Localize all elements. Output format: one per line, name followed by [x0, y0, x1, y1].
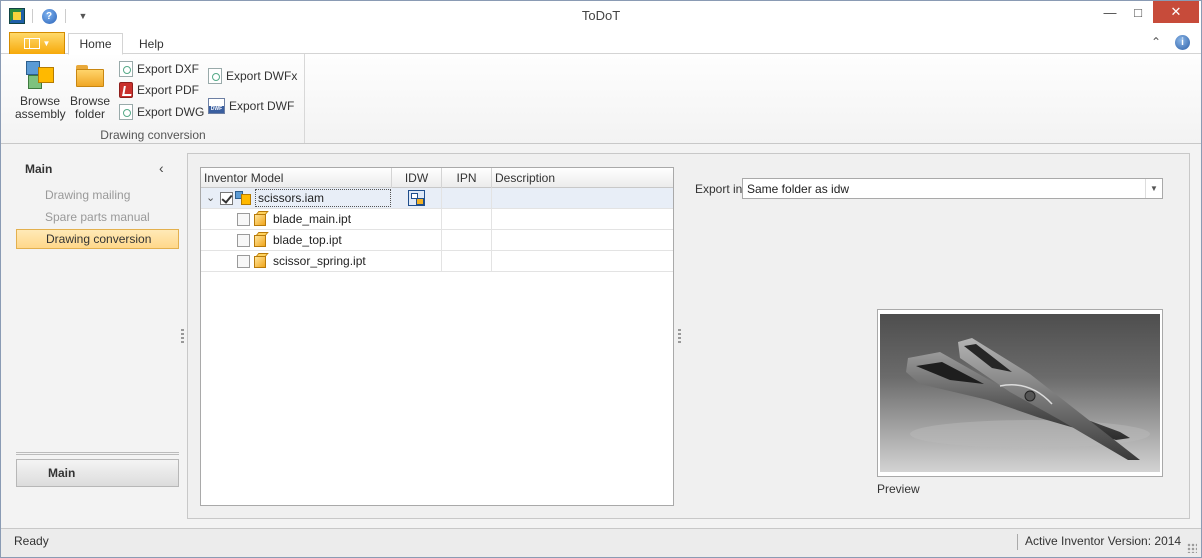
- scissors-model-image: [906, 338, 1150, 460]
- status-bar: Ready Active Inventor Version: 2014: [1, 528, 1201, 557]
- pdf-file-icon: [119, 82, 133, 98]
- browse-assembly-button[interactable]: Browse assembly: [15, 59, 66, 121]
- nav-header: Main: [25, 162, 53, 176]
- export-dwf-button[interactable]: DWF Export DWF: [208, 97, 294, 115]
- export-dwf-label: Export DWF: [229, 99, 295, 113]
- export-dxf-button[interactable]: Export DXF: [119, 60, 199, 78]
- export-dwg-button[interactable]: Export DWG: [119, 103, 204, 121]
- export-dwg-label: Export DWG: [137, 105, 205, 119]
- preview-frame: [877, 309, 1163, 477]
- ipn-cell[interactable]: [442, 209, 492, 230]
- export-in-dropdown[interactable]: Same folder as idw ▼: [742, 178, 1163, 199]
- idw-cell[interactable]: [392, 209, 442, 230]
- model-name: blade_main.ipt: [273, 212, 352, 226]
- description-cell[interactable]: [492, 251, 673, 272]
- export-in-label: Export in: [695, 182, 743, 196]
- ipn-cell[interactable]: [442, 251, 492, 272]
- ribbon-tab-row: ▼ Home Help ⌃ i: [1, 31, 1201, 55]
- close-button[interactable]: ✕: [1153, 1, 1199, 23]
- dxf-file-icon: [119, 61, 133, 77]
- group-label: Drawing conversion: [100, 128, 206, 142]
- navigation-pane: Main ‹ Drawing mailing Spare parts manua…: [9, 153, 186, 521]
- info-icon[interactable]: i: [1175, 35, 1190, 50]
- row-checkbox[interactable]: [237, 234, 250, 247]
- inventor-version-text: Active Inventor Version: 2014: [1025, 534, 1182, 548]
- table-row[interactable]: scissor_spring.ipt: [201, 251, 673, 272]
- minimize-button[interactable]: —: [1097, 1, 1123, 23]
- assembly-icon: [24, 59, 56, 91]
- nav-item-drawing-mailing[interactable]: Drawing mailing: [16, 185, 179, 205]
- drawing-conversion-group: Browse assembly Browse folder Export DXF…: [1, 54, 305, 143]
- nav-item-spare-parts-manual[interactable]: Spare parts manual: [16, 207, 179, 227]
- table-row[interactable]: blade_top.ipt: [201, 230, 673, 251]
- idw-cell[interactable]: [392, 251, 442, 272]
- column-header-description[interactable]: Description: [492, 168, 673, 188]
- preview-label: Preview: [877, 482, 920, 496]
- export-dwfx-label: Export DWFx: [226, 69, 298, 83]
- row-checkbox[interactable]: [237, 213, 250, 226]
- row-checkbox[interactable]: [237, 255, 250, 268]
- chevron-down-icon: ▼: [42, 39, 51, 48]
- tab-home[interactable]: Home: [68, 33, 123, 55]
- nav-item-drawing-conversion[interactable]: Drawing conversion: [16, 229, 179, 249]
- model-name: scissors.iam: [255, 189, 391, 207]
- nav-splitter[interactable]: [16, 452, 179, 455]
- dwfx-file-icon: [208, 68, 222, 84]
- ipn-cell[interactable]: [442, 230, 492, 251]
- dwf-file-icon: DWF: [208, 98, 225, 114]
- chevron-down-icon[interactable]: ▼: [1145, 179, 1162, 198]
- nav-main-button[interactable]: Main: [16, 459, 179, 487]
- model-tree-grid[interactable]: Inventor Model IDW IPN Description ⌄ sci…: [200, 167, 674, 506]
- export-pdf-button[interactable]: Export PDF: [119, 81, 199, 99]
- table-row[interactable]: blade_main.ipt: [201, 209, 673, 230]
- browse-folder-label: Browse folder: [69, 94, 110, 121]
- model-name: scissor_spring.ipt: [273, 254, 366, 268]
- menu-icon: [23, 38, 40, 49]
- column-header-idw[interactable]: IDW: [392, 168, 442, 188]
- description-cell[interactable]: [492, 209, 673, 230]
- browse-folder-button[interactable]: Browse folder: [65, 59, 115, 121]
- application-window: ? ▼ ToDoT — □ ✕ ▼ Home Help ⌃ i Browse a…: [0, 0, 1202, 558]
- description-cell[interactable]: [492, 188, 673, 209]
- part-icon: [252, 232, 269, 248]
- column-header-inventor-model[interactable]: Inventor Model: [201, 168, 392, 188]
- assembly-icon: [235, 190, 253, 206]
- title-bar: ? ▼ ToDoT — □ ✕: [1, 1, 1201, 31]
- export-in-value: Same folder as idw: [747, 182, 850, 196]
- middle-splitter-grip[interactable]: [678, 329, 681, 343]
- export-dwfx-button[interactable]: Export DWFx: [208, 67, 297, 85]
- export-dxf-label: Export DXF: [137, 62, 200, 76]
- collapse-pane-icon[interactable]: ‹: [159, 160, 164, 176]
- left-splitter-grip[interactable]: [181, 329, 184, 343]
- application-menu-button[interactable]: ▼: [9, 32, 65, 54]
- grid-header: Inventor Model IDW IPN Description: [201, 168, 673, 188]
- row-checkbox[interactable]: [220, 192, 233, 205]
- chevron-down-icon[interactable]: ⌄: [206, 191, 215, 204]
- description-cell[interactable]: [492, 230, 673, 251]
- idw-cell[interactable]: [392, 230, 442, 251]
- window-title: ToDoT: [581, 8, 621, 23]
- status-separator: [1017, 534, 1018, 550]
- tab-help[interactable]: Help: [127, 33, 176, 55]
- export-pdf-label: Export PDF: [137, 83, 200, 97]
- table-row[interactable]: ⌄ scissors.iam: [201, 188, 673, 209]
- browse-assembly-label: Browse assembly: [15, 94, 66, 121]
- ipn-cell[interactable]: [442, 188, 492, 209]
- part-icon: [252, 253, 269, 269]
- maximize-button[interactable]: □: [1125, 1, 1151, 23]
- status-text: Ready: [14, 534, 49, 548]
- column-header-ipn[interactable]: IPN: [442, 168, 492, 188]
- preview-image: [880, 314, 1160, 472]
- idw-cell[interactable]: [392, 188, 442, 209]
- model-name: blade_top.ipt: [273, 233, 342, 247]
- dwg-file-icon: [119, 104, 133, 120]
- idw-drawing-icon[interactable]: [408, 190, 425, 206]
- collapse-ribbon-icon[interactable]: ⌃: [1151, 35, 1161, 49]
- resize-grip[interactable]: [1187, 543, 1197, 553]
- part-icon: [252, 211, 269, 227]
- ribbon-panel: Browse assembly Browse folder Export DXF…: [1, 54, 1201, 144]
- folder-icon: [74, 59, 106, 91]
